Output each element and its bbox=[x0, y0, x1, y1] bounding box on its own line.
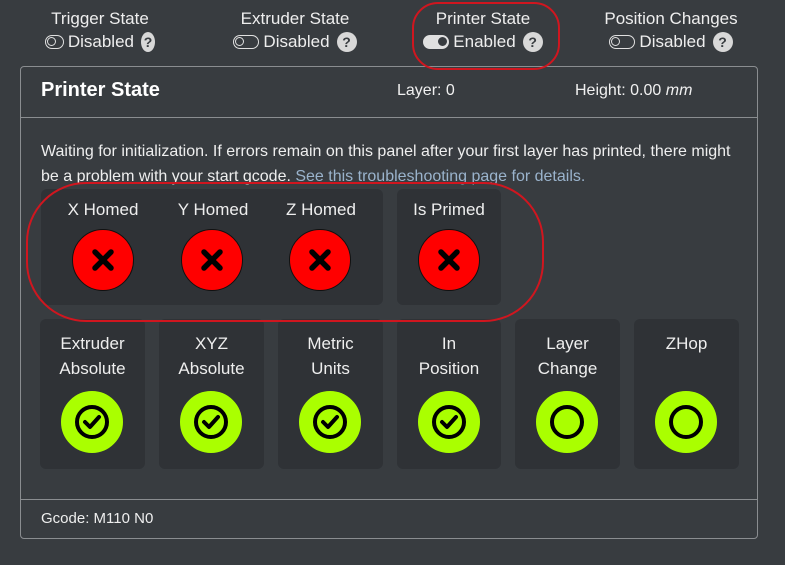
toggle-label: Printer State bbox=[435, 9, 531, 28]
help-icon[interactable]: ? bbox=[712, 32, 733, 52]
toggle-label: Extruder State bbox=[240, 9, 350, 28]
xyz-absolute-card: XYZ Absolute bbox=[159, 319, 264, 469]
gcode-readout: Gcode: M110 N0 bbox=[41, 510, 154, 527]
toggle-switch-icon[interactable] bbox=[423, 35, 450, 49]
x-homed-label: X Homed bbox=[67, 200, 139, 219]
toggle-state-text: Disabled bbox=[67, 32, 134, 51]
extruder-absolute-card: Extruder Absolute bbox=[40, 319, 145, 469]
z-homed-error-icon bbox=[289, 229, 351, 291]
toggle-switch-icon[interactable] bbox=[45, 35, 64, 49]
in-position-card: In Position bbox=[397, 319, 501, 469]
card-label-line1: ZHop bbox=[665, 334, 708, 353]
layer-change-card: Layer Change bbox=[515, 319, 620, 469]
open-circle-icon bbox=[655, 391, 717, 453]
y-homed-item: Y Homed bbox=[151, 197, 275, 222]
open-circle-icon bbox=[536, 391, 598, 453]
help-icon[interactable]: ? bbox=[522, 32, 543, 52]
printer-state-panel: Printer State Layer: 0 Height: 0.00 mm W… bbox=[20, 66, 758, 539]
toggle-state-text: Enabled bbox=[453, 32, 516, 51]
is-primed-label: Is Primed bbox=[413, 200, 485, 219]
toggle-label: Position Changes bbox=[604, 9, 738, 28]
homed-card: X Homed Y Homed Z Homed bbox=[41, 189, 383, 305]
check-circle-icon bbox=[418, 391, 480, 453]
toggle-switch-icon[interactable] bbox=[233, 35, 260, 49]
layer-readout: Layer: 0 bbox=[397, 82, 455, 99]
card-label-line2: Change bbox=[537, 359, 598, 378]
check-circle-icon bbox=[180, 391, 242, 453]
toggle-position-changes[interactable]: Position Changes Disabled ? bbox=[600, 8, 742, 52]
toggle-state-text: Disabled bbox=[639, 32, 706, 51]
card-label-line1: Layer bbox=[546, 334, 589, 353]
panel-title: Printer State bbox=[41, 79, 160, 101]
check-circle-icon bbox=[299, 391, 361, 453]
check-circle-icon bbox=[61, 391, 123, 453]
card-label-line2: Units bbox=[311, 359, 350, 378]
card-label-line2: Absolute bbox=[59, 359, 126, 378]
settings-toggles: Trigger State Disabled ? Extruder State … bbox=[0, 0, 785, 64]
toggle-printer-state[interactable]: Printer State Enabled ? bbox=[422, 8, 544, 52]
panel-footer: Gcode: M110 N0 bbox=[21, 499, 757, 538]
x-homed-error-icon bbox=[72, 229, 134, 291]
toggle-trigger-state[interactable]: Trigger State Disabled ? bbox=[45, 8, 155, 52]
z-homed-label: Z Homed bbox=[286, 200, 356, 219]
x-homed-item: X Homed bbox=[41, 197, 165, 222]
status-message: Waiting for initialization. If errors re… bbox=[41, 139, 741, 189]
toggle-state-text: Disabled bbox=[263, 32, 330, 51]
height-readout: Height: 0.00 mm bbox=[575, 82, 693, 99]
z-homed-item: Z Homed bbox=[259, 197, 383, 222]
y-homed-label: Y Homed bbox=[177, 200, 249, 219]
toggle-switch-icon[interactable] bbox=[609, 35, 636, 49]
panel-header: Printer State Layer: 0 Height: 0.00 mm bbox=[21, 67, 757, 118]
card-label-line1: XYZ bbox=[194, 334, 229, 353]
toggle-extruder-state[interactable]: Extruder State Disabled ? bbox=[232, 8, 358, 52]
is-primed-error-icon bbox=[418, 229, 480, 291]
zhop-card: ZHop bbox=[634, 319, 739, 469]
card-label-line1: Extruder bbox=[60, 334, 125, 353]
card-label-line2: Absolute bbox=[178, 359, 245, 378]
card-label-line1: Metric bbox=[307, 334, 354, 353]
card-label-line1: In bbox=[441, 334, 457, 353]
help-icon[interactable]: ? bbox=[336, 32, 357, 52]
toggle-label: Trigger State bbox=[51, 9, 149, 28]
is-primed-card: Is Primed bbox=[397, 189, 501, 305]
help-icon[interactable]: ? bbox=[140, 32, 155, 52]
troubleshooting-link[interactable]: See this troubleshooting page for detail… bbox=[295, 168, 585, 185]
card-label-line2: Position bbox=[418, 359, 480, 378]
metric-units-card: Metric Units bbox=[278, 319, 383, 469]
y-homed-error-icon bbox=[181, 229, 243, 291]
